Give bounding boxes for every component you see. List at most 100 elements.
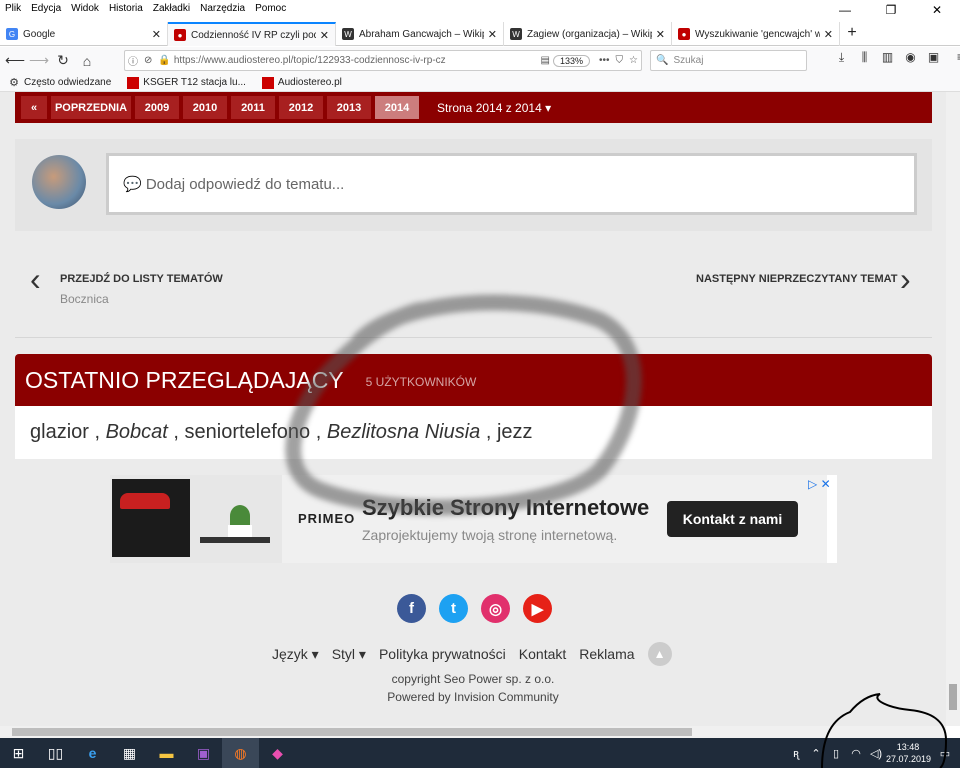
user-link[interactable]: Bezlitosna Niusia — [327, 421, 480, 444]
close-window-button[interactable]: ✕ — [914, 0, 960, 20]
tab-3[interactable]: W Żagiew (organizacja) – Wikiped ✕ — [504, 22, 672, 46]
ad-contact-button[interactable]: Kontakt z nami — [667, 501, 798, 537]
file-explorer-icon[interactable]: ▬ — [148, 738, 185, 768]
vertical-scrollbar[interactable] — [946, 92, 960, 726]
page-jump-dropdown[interactable]: Strona 2014 z 2014 ▾ — [437, 101, 551, 115]
twitter-icon[interactable]: t — [439, 594, 468, 623]
previous-page-button[interactable]: POPRZEDNIA — [51, 96, 131, 119]
battery-icon[interactable]: ▯ — [826, 747, 846, 760]
chevron-left-icon[interactable]: ‹ — [30, 263, 41, 295]
page-2012-button[interactable]: 2012 — [279, 96, 323, 119]
menu-item-2[interactable]: Widok — [66, 3, 104, 14]
youtube-icon[interactable]: ▶ — [523, 594, 552, 623]
scroll-to-top-icon[interactable]: ▲ — [647, 642, 672, 666]
menu-item-1[interactable]: Edycja — [26, 3, 66, 14]
close-tab-icon[interactable]: ✕ — [824, 28, 833, 41]
notifications-icon[interactable]: ▭ — [930, 747, 960, 760]
menu-item-3[interactable]: Historia — [104, 3, 148, 14]
menu-item-0[interactable]: Plik — [0, 3, 26, 14]
powered-by-text[interactable]: Powered by Invision Community — [0, 688, 946, 706]
close-tab-icon[interactable]: ✕ — [656, 28, 665, 41]
url-text[interactable]: https://www.audiostereo.pl/topic/122933-… — [174, 55, 538, 66]
menu-item-6[interactable]: Pomoc — [250, 3, 291, 14]
page-2011-button[interactable]: 2011 — [231, 96, 275, 119]
extension-icon[interactable]: ▣ — [922, 50, 945, 65]
scrollbar-thumb[interactable] — [949, 684, 957, 710]
windows-start-icon[interactable]: ⊞ — [0, 738, 37, 768]
tab-title: Wyszukiwanie 'gencwajch' w W — [695, 28, 820, 40]
network-icon[interactable]: ◠ — [846, 747, 866, 760]
footer-link-1[interactable]: Styl ▾ — [332, 646, 366, 663]
bookmark-item[interactable]: KSGER T12 stacja lu... — [127, 76, 246, 89]
footer-link-3[interactable]: Kontakt — [519, 646, 566, 662]
bookmark-star-icon[interactable]: ☆ — [629, 55, 638, 66]
menu-item-4[interactable]: Zakładki — [148, 3, 195, 14]
footer-link-4[interactable]: Reklama — [579, 646, 634, 662]
facebook-icon[interactable]: f — [397, 594, 426, 623]
page-2009-button[interactable]: 2009 — [135, 96, 179, 119]
home-button[interactable]: ⌂ — [75, 53, 99, 69]
first-page-button[interactable]: « — [21, 96, 47, 119]
minimize-button[interactable]: — — [822, 0, 868, 20]
volume-icon[interactable]: ◁) — [866, 747, 886, 760]
chevron-right-icon[interactable]: › — [900, 263, 911, 295]
back-to-topics-link[interactable]: PRZEJDŹ DO LISTY TEMATÓW — [60, 273, 223, 285]
horizontal-scrollbar[interactable] — [0, 726, 946, 738]
scrollbar-thumb[interactable] — [12, 728, 692, 736]
user-link[interactable]: jezz — [497, 421, 533, 444]
page-2013-button[interactable]: 2013 — [327, 96, 371, 119]
page-2010-button[interactable]: 2010 — [183, 96, 227, 119]
footer-link-2[interactable]: Polityka prywatności — [379, 646, 506, 662]
edge-browser-icon[interactable]: e — [74, 738, 111, 768]
ad-choices-icon[interactable]: ▷ ✕ — [808, 477, 831, 491]
avatar[interactable] — [32, 155, 86, 209]
user-link[interactable]: glazior — [30, 421, 89, 444]
zoom-level[interactable]: 133% — [552, 54, 591, 67]
forward-button[interactable]: ⟶ — [27, 52, 51, 69]
close-tab-icon[interactable]: ✕ — [488, 28, 497, 41]
tab-2[interactable]: W Abraham Gancwajch – Wikiped ✕ — [336, 22, 504, 46]
paint-app-icon[interactable]: ◆ — [259, 738, 296, 768]
user-link[interactable]: seniortelefono — [185, 421, 311, 444]
recent-viewers-list: glazior , Bobcat , seniortelefono , Bezl… — [15, 406, 932, 459]
next-unread-topic-link[interactable]: NASTĘPNY NIEPRZECZYTANY TEMAT — [696, 273, 897, 285]
sidebar-icon[interactable]: ▥ — [876, 50, 899, 65]
page-2014-button[interactable]: 2014 — [375, 96, 419, 119]
account-icon[interactable]: ◉ — [899, 50, 922, 65]
forum-name-link[interactable]: Bocznica — [60, 292, 109, 306]
firefox-icon[interactable]: ◍ — [222, 738, 259, 768]
search-input[interactable]: 🔍 Szukaj — [650, 50, 807, 71]
advertisement-banner[interactable]: PRIMEO Szybkie Strony Internetowe Zaproj… — [110, 475, 837, 563]
bookmark-item[interactable]: Audiostereo.pl — [261, 76, 342, 89]
reply-input[interactable]: 💬 Dodaj odpowiedź do tematu... — [106, 153, 917, 215]
restore-button[interactable]: ❐ — [868, 0, 914, 20]
library-icon[interactable]: ⫼ — [853, 50, 876, 65]
close-tab-icon[interactable]: ✕ — [320, 29, 329, 42]
menu-item-5[interactable]: Narzędzia — [195, 3, 250, 14]
tab-0[interactable]: G Google ✕ — [0, 22, 168, 46]
bookmark-item[interactable]: ⚙ Często odwiedzane — [8, 77, 111, 89]
tab-4[interactable]: ● Wyszukiwanie 'gencwajch' w W ✕ — [672, 22, 840, 46]
close-tab-icon[interactable]: ✕ — [152, 28, 161, 41]
tab-1[interactable]: ● Codzienność IV RP czyli pod bu ✕ — [168, 22, 336, 46]
page-actions-icon[interactable]: ••• — [599, 55, 610, 66]
reader-view-icon[interactable]: ▤ — [541, 55, 550, 66]
calculator-icon[interactable]: ▦ — [111, 738, 148, 768]
address-bar[interactable]: ⓘ ⊘ 🔒 https://www.audiostereo.pl/topic/1… — [124, 50, 642, 71]
people-icon[interactable]: ꭆ — [786, 746, 806, 761]
footer-link-0[interactable]: Język ▾ — [272, 646, 319, 663]
reload-button[interactable]: ↻ — [51, 52, 75, 69]
clock[interactable]: 13:48 27.07.2019 — [886, 741, 931, 765]
user-link[interactable]: Bobcat — [106, 421, 168, 444]
task-view-icon[interactable]: ▯▯ — [37, 738, 74, 768]
hamburger-menu-icon[interactable]: ≡ — [949, 50, 960, 65]
downloads-icon[interactable]: ⤓ — [830, 50, 853, 65]
pocket-icon[interactable]: ⛉ — [616, 55, 624, 66]
permissions-icon[interactable]: ⊘ — [144, 55, 152, 66]
chevron-up-icon[interactable]: ⌃ — [806, 747, 826, 760]
back-button[interactable]: ⟵ — [3, 52, 27, 69]
instagram-icon[interactable]: ◎ — [481, 594, 510, 623]
save-app-icon[interactable]: ▣ — [185, 738, 222, 768]
info-icon[interactable]: ⓘ — [128, 53, 138, 68]
new-tab-button[interactable]: + — [840, 22, 864, 45]
